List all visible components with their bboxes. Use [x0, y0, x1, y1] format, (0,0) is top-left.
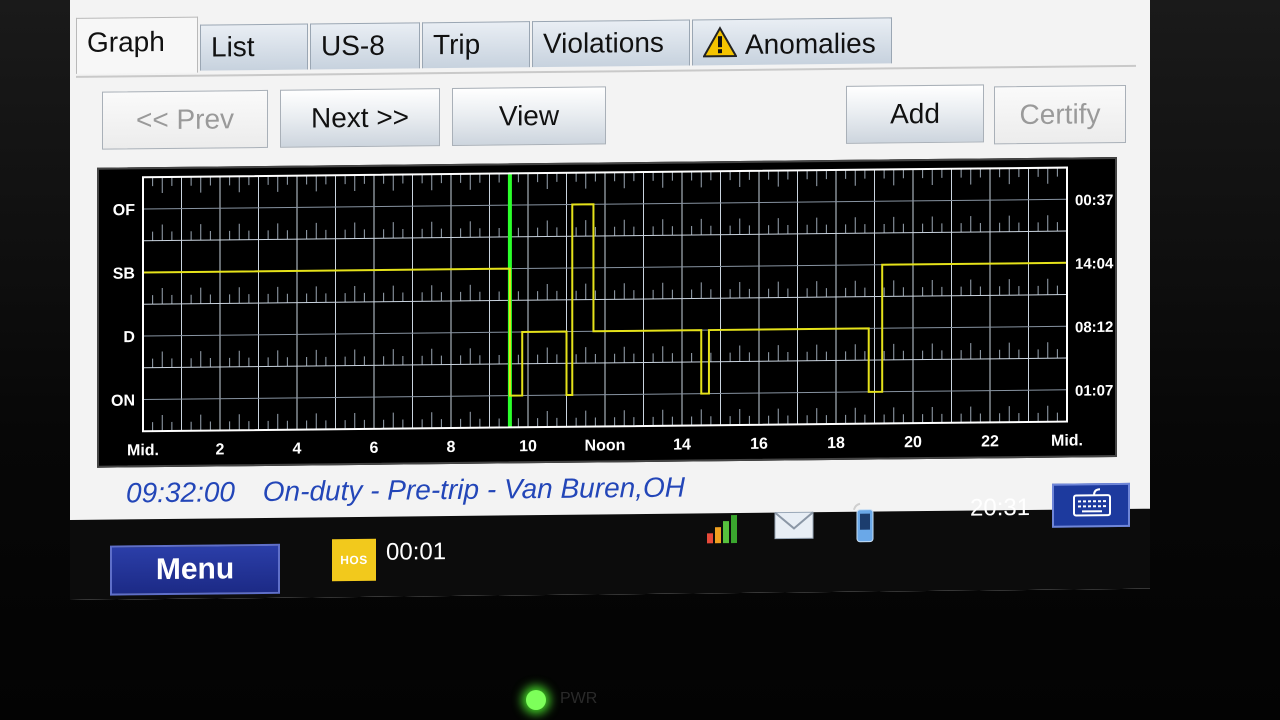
- status-total-label: 00:37: [1075, 192, 1113, 209]
- duty-status-graph: OF SB D ON 00:37 14:04 08:12 01:07 Mid. 2 4 6 8 10 Noo…: [97, 157, 1117, 468]
- power-label: PWR: [560, 690, 598, 707]
- x-tick-label: Mid.: [127, 442, 159, 459]
- status-total-label: 01:07: [1075, 382, 1113, 399]
- hos-timer: 00:01: [386, 538, 447, 566]
- status-total-label: 08:12: [1075, 319, 1113, 336]
- x-tick-label: 14: [673, 436, 691, 453]
- tab-trip[interactable]: Trip: [422, 21, 530, 69]
- hos-screen: Graph List US-8 Trip Violations Anomalie…: [70, 0, 1150, 600]
- tab-trip-label: Trip: [433, 28, 481, 61]
- add-button[interactable]: Add: [846, 84, 984, 144]
- x-tick-label: 6: [370, 440, 379, 457]
- y-category-label: ON: [111, 393, 135, 410]
- x-tick-label: Mid.: [1051, 432, 1083, 449]
- y-category-label: SB: [113, 266, 135, 283]
- status-description: On-duty - Pre-trip - Van Buren,OH: [262, 471, 685, 507]
- menu-button[interactable]: Menu: [110, 543, 280, 596]
- taskbar: Menu HOS 00:01 20:31: [70, 482, 1150, 600]
- current-status-line: 09:32:00 On-duty - Pre-trip - Van Buren,…: [126, 472, 685, 510]
- phone-icon[interactable]: [850, 502, 880, 549]
- power-led: [526, 690, 546, 710]
- status-total-label: 14:04: [1075, 255, 1114, 272]
- clock: 20:31: [970, 493, 1031, 522]
- x-tick-label: 4: [293, 441, 302, 458]
- hos-icon[interactable]: HOS: [332, 538, 376, 582]
- keyboard-icon[interactable]: [1052, 482, 1130, 528]
- status-time: 09:32:00: [126, 476, 235, 509]
- x-tick-label: 10: [519, 438, 537, 455]
- tab-anomalies-label: Anomalies: [745, 27, 876, 60]
- x-tick-label: 2: [216, 441, 225, 458]
- x-tick-label: 22: [981, 433, 999, 450]
- tab-list[interactable]: List: [200, 23, 308, 71]
- warning-icon: [702, 26, 738, 65]
- tab-anomalies[interactable]: Anomalies: [692, 17, 892, 66]
- prev-button[interactable]: << Prev: [102, 89, 268, 150]
- x-tick-label: 16: [750, 436, 768, 453]
- y-category-label: OF: [113, 202, 135, 219]
- tab-list-label: List: [211, 31, 255, 63]
- x-tick-label: 18: [827, 435, 845, 452]
- x-tick-label: 8: [447, 439, 456, 456]
- tab-graph-label: Graph: [87, 26, 165, 58]
- certify-button[interactable]: Certify: [994, 84, 1126, 145]
- y-category-label: D: [123, 329, 135, 346]
- tab-violations[interactable]: Violations: [532, 19, 690, 68]
- mail-icon[interactable]: [774, 510, 814, 545]
- next-button[interactable]: Next >>: [280, 88, 440, 148]
- tab-us8[interactable]: US-8: [310, 22, 420, 70]
- tab-violations-label: Violations: [543, 26, 664, 60]
- x-tick-label: 20: [904, 434, 922, 451]
- view-button[interactable]: View: [452, 86, 606, 146]
- duty-status-chart-svg: OF SB D ON 00:37 14:04 08:12 01:07 Mid. 2 4 6 8 10 Noo…: [111, 166, 1114, 459]
- signal-bars-icon[interactable]: [706, 513, 742, 550]
- x-tick-label: Noon: [585, 437, 626, 454]
- tab-graph[interactable]: Graph: [76, 16, 198, 74]
- tab-us8-label: US-8: [321, 29, 385, 62]
